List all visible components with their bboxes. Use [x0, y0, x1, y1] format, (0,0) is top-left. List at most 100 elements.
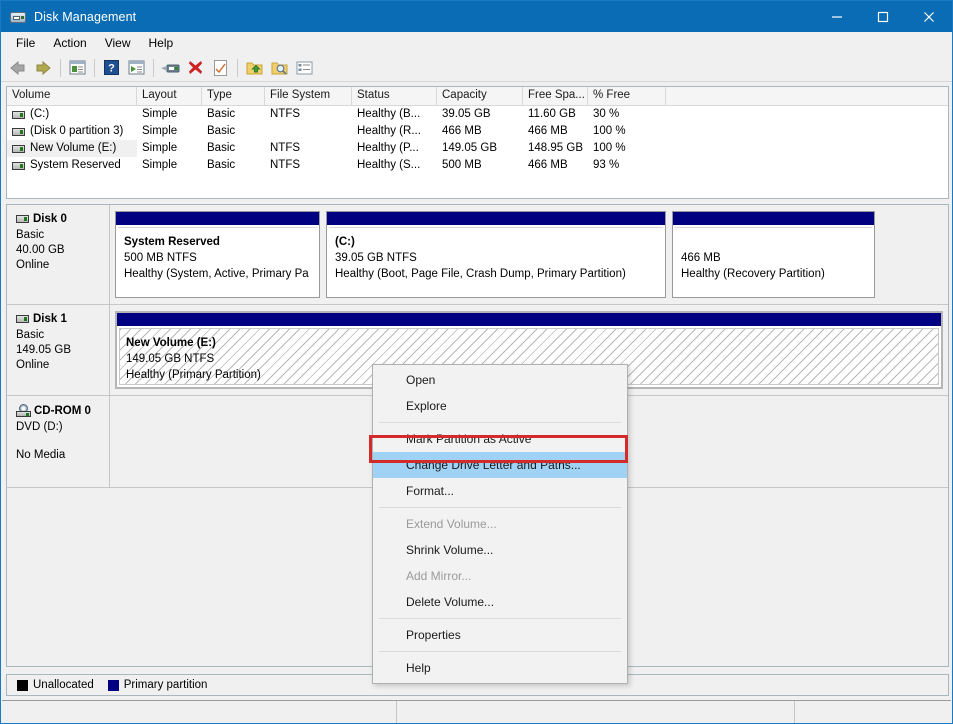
menu-help[interactable]: Help	[140, 34, 183, 53]
menu-view[interactable]: View	[96, 34, 140, 53]
menu-item-open[interactable]: Open	[373, 367, 627, 393]
window-controls	[814, 1, 952, 32]
cell-layout: Simple	[137, 140, 202, 157]
forward-arrow-icon[interactable]	[31, 56, 55, 80]
menu-separator	[379, 651, 621, 652]
checklist-icon[interactable]	[208, 56, 232, 80]
partition-line2: Healthy (Boot, Page File, Crash Dump, Pr…	[335, 266, 663, 282]
menu-item-change-drive-letter-and-paths[interactable]: Change Drive Letter and Paths...	[373, 452, 627, 478]
disk-info-disk-1[interactable]: Disk 1Basic149.05 GBOnline	[7, 305, 110, 395]
menu-file[interactable]: File	[7, 34, 44, 53]
volume-column-header[interactable]	[666, 87, 946, 105]
volume-label: System Reserved	[30, 157, 121, 174]
table-row[interactable]: New Volume (E:)SimpleBasicNTFSHealthy (P…	[7, 140, 948, 157]
volume-icon	[12, 145, 25, 153]
partition-body: (C:)39.05 GB NTFSHealthy (Boot, Page Fil…	[329, 227, 663, 295]
disk-management-window: Disk Management File Action View Help	[0, 0, 953, 724]
volume-label: (Disk 0 partition 3)	[30, 123, 123, 140]
delete-red-x-icon[interactable]	[183, 56, 207, 80]
menu-action[interactable]: Action	[44, 34, 95, 53]
cell-type: Basic	[202, 157, 265, 174]
cell-capacity: 39.05 GB	[437, 106, 523, 123]
rescan-disks-icon[interactable]	[158, 56, 182, 80]
volume-icon	[12, 128, 25, 136]
close-button[interactable]	[906, 1, 952, 32]
folder-up-icon[interactable]	[242, 56, 266, 80]
volume-column-header[interactable]: File System	[265, 87, 352, 105]
menu-item-explore[interactable]: Explore	[373, 393, 627, 419]
cell-status: Healthy (B...	[352, 106, 437, 123]
folder-search-icon[interactable]	[267, 56, 291, 80]
properties-window-icon[interactable]	[65, 56, 89, 80]
volume-column-header[interactable]: % Free	[588, 87, 666, 105]
volume-column-header[interactable]: Free Spa...	[523, 87, 588, 105]
toolbar-separator	[60, 59, 61, 77]
status-segment	[397, 701, 795, 723]
maximize-button[interactable]	[860, 1, 906, 32]
volume-list[interactable]: VolumeLayoutTypeFile SystemStatusCapacit…	[6, 86, 949, 199]
help-question-icon[interactable]: ?	[99, 56, 123, 80]
cell-capacity: 149.05 GB	[437, 140, 523, 157]
back-arrow-icon[interactable]	[6, 56, 30, 80]
partition-line1: 466 MB	[681, 250, 872, 266]
menu-item-help[interactable]: Help	[373, 655, 627, 681]
cell-type: Basic	[202, 106, 265, 123]
show-list-icon[interactable]	[292, 56, 316, 80]
menu-separator	[379, 618, 621, 619]
cell-file-system: NTFS	[265, 140, 352, 157]
status-bar	[2, 700, 951, 723]
partition-block[interactable]: 466 MBHealthy (Recovery Partition)	[672, 211, 875, 298]
menu-item-properties[interactable]: Properties	[373, 622, 627, 648]
table-row[interactable]: (C:)SimpleBasicNTFSHealthy (B...39.05 GB…	[7, 106, 948, 123]
menu-item-delete-volume[interactable]: Delete Volume...	[373, 589, 627, 615]
window-title: Disk Management	[34, 10, 814, 24]
partition-body: System Reserved500 MB NTFSHealthy (Syste…	[118, 227, 317, 295]
menu-item-mark-partition-as-active[interactable]: Mark Partition as Active	[373, 426, 627, 452]
volume-context-menu[interactable]: OpenExplore Mark Partition as ActiveChang…	[372, 364, 628, 684]
disk-name: Disk 0	[33, 213, 67, 225]
volume-column-header[interactable]: Status	[352, 87, 437, 105]
volume-list-body: (C:)SimpleBasicNTFSHealthy (B...39.05 GB…	[7, 106, 948, 174]
volume-label: (C:)	[30, 106, 49, 123]
cell-percent-free: 93 %	[588, 157, 666, 174]
table-row[interactable]: System ReservedSimpleBasicNTFSHealthy (S…	[7, 157, 948, 174]
disk-size: 40.00 GB	[16, 243, 109, 258]
cell-free-space: 466 MB	[523, 157, 588, 174]
disk-size: 149.05 GB	[16, 343, 109, 358]
partition-body: 466 MBHealthy (Recovery Partition)	[675, 227, 872, 295]
disk-row: Disk 0Basic40.00 GBOnlineSystem Reserved…	[7, 205, 948, 305]
toolbar: ?	[1, 54, 952, 82]
cell-type: Basic	[202, 140, 265, 157]
status-segment	[795, 701, 951, 723]
volume-icon	[12, 162, 25, 170]
disk-info-disk-0[interactable]: Disk 0Basic40.00 GBOnline	[7, 205, 110, 304]
volume-column-header[interactable]: Type	[202, 87, 265, 105]
disk-info-cd-rom-0[interactable]: CD-ROM 0 DVD (D:) No Media	[7, 396, 110, 487]
console-window-icon[interactable]	[124, 56, 148, 80]
cell-type: Basic	[202, 123, 265, 140]
partition-strip: System Reserved500 MB NTFSHealthy (Syste…	[110, 205, 948, 304]
partition-name: System Reserved	[124, 234, 317, 250]
cell-volume: (Disk 0 partition 3)	[7, 123, 137, 140]
disk-icon	[16, 315, 29, 323]
cell-file-system: NTFS	[265, 106, 352, 123]
disk-type: DVD (D:)	[16, 420, 109, 435]
volume-column-header[interactable]: Layout	[137, 87, 202, 105]
volume-column-header[interactable]: Volume	[7, 87, 137, 105]
disk-state: No Media	[16, 448, 109, 463]
disk-name: CD-ROM 0	[34, 405, 91, 417]
menu-separator	[379, 422, 621, 423]
toolbar-separator	[237, 59, 238, 77]
legend-label: Primary partition	[124, 679, 208, 691]
volume-list-header: VolumeLayoutTypeFile SystemStatusCapacit…	[7, 87, 948, 106]
menu-item-add-mirror: Add Mirror...	[373, 563, 627, 589]
disk-type: Basic	[16, 328, 109, 343]
partition-block[interactable]: (C:)39.05 GB NTFSHealthy (Boot, Page Fil…	[326, 211, 666, 298]
volume-column-header[interactable]: Capacity	[437, 87, 523, 105]
menu-item-format[interactable]: Format...	[373, 478, 627, 504]
partition-block[interactable]: System Reserved500 MB NTFSHealthy (Syste…	[115, 211, 320, 298]
table-row[interactable]: (Disk 0 partition 3)SimpleBasicHealthy (…	[7, 123, 948, 140]
menu-bar: File Action View Help	[1, 32, 952, 54]
minimize-button[interactable]	[814, 1, 860, 32]
menu-item-shrink-volume[interactable]: Shrink Volume...	[373, 537, 627, 563]
